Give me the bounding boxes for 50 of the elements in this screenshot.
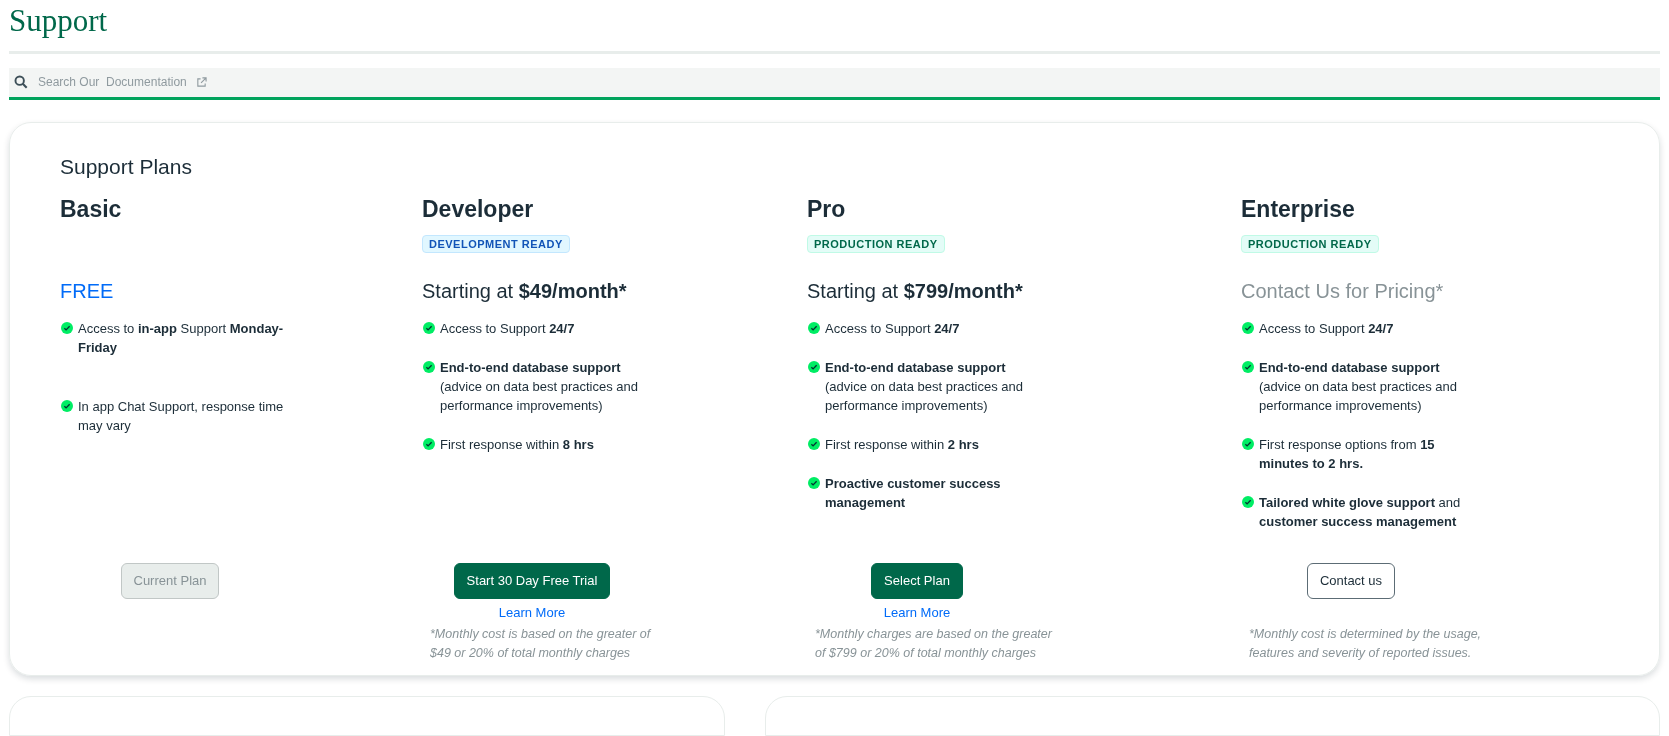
feature-text: Proactive customer success management [825, 475, 1002, 513]
check-circle-icon [1242, 496, 1254, 509]
plan-badge: PRODUCTION READY [1241, 235, 1379, 254]
feature-text: End-to-end database support (advice on data best practices and performance improvements) [825, 359, 1024, 416]
check-circle-icon [808, 322, 820, 335]
plan-button[interactable]: Contact us [1306, 563, 1396, 600]
search-input[interactable]: Search Our Documentation [38, 73, 198, 92]
check-circle-icon [1242, 322, 1254, 335]
feature-text: Access to Support 24/7 [825, 320, 961, 339]
feature-text: Access to Support 24/7 [440, 320, 576, 339]
plan-price: FREE [60, 279, 115, 305]
plan-badge: DEVELOPMENT READY [422, 235, 570, 254]
check-circle-icon [61, 400, 73, 413]
feature-text: First response options from 15 minutes to 2 hrs. [1259, 436, 1436, 474]
plan-name: Enterprise [1241, 195, 1356, 225]
check-circle-icon [808, 361, 820, 374]
feature-text: End-to-end database support (advice on data best practices and performance improvements) [440, 359, 639, 416]
plan-name: Pro [807, 195, 847, 225]
check-circle-icon [423, 361, 435, 374]
plan-footnote: *Monthly cost is based on the greater of $49 or 20% of total monthly charges [430, 626, 653, 663]
plan-price: Starting at $49/month* [422, 279, 628, 305]
card-title: Support Plans [60, 154, 193, 181]
plan-footnote: *Monthly charges are based on the greater of $799 or 20% of total monthly charges [815, 626, 1054, 663]
feature-text: Tailored white glove support and customer success management [1259, 494, 1462, 532]
check-circle-icon [423, 438, 435, 451]
plan-button[interactable]: Start 30 Day Free Trial [453, 563, 611, 600]
feature-text: End-to-end database support (advice on data best practices and performance improvements) [1259, 359, 1458, 416]
plan-price: Starting at $799/month* [807, 279, 1024, 305]
feature-text: First response within 8 hrs [440, 436, 595, 455]
check-circle-icon [1242, 361, 1254, 374]
check-circle-icon [808, 438, 820, 451]
feature-text: Access to in-app Support Monday-Friday [78, 320, 285, 358]
plan-name: Developer [422, 195, 535, 225]
check-circle-icon [61, 322, 73, 335]
check-circle-icon [423, 322, 435, 335]
plan-footnote: *Monthly cost is determined by the usage, features and severity of reported issues. [1249, 626, 1483, 663]
learn-more-link[interactable]: Learn More [498, 604, 566, 623]
plan-button[interactable]: Select Plan [871, 563, 963, 600]
page-title: Support [9, 2, 109, 40]
feature-text: First response within 2 hrs [825, 436, 980, 455]
plan-badge: PRODUCTION READY [807, 235, 945, 254]
external-link-icon [196, 76, 207, 88]
check-circle-icon [1242, 438, 1254, 451]
learn-more-link[interactable]: Learn More [883, 604, 951, 623]
plan-name: Basic [60, 195, 123, 225]
plan-price: Contact Us for Pricing* [1241, 279, 1445, 305]
check-circle-icon [808, 477, 820, 490]
feature-text: In app Chat Support, response time may vary [78, 398, 285, 436]
feature-text: Access to Support 24/7 [1259, 320, 1395, 339]
search-icon [14, 75, 28, 90]
